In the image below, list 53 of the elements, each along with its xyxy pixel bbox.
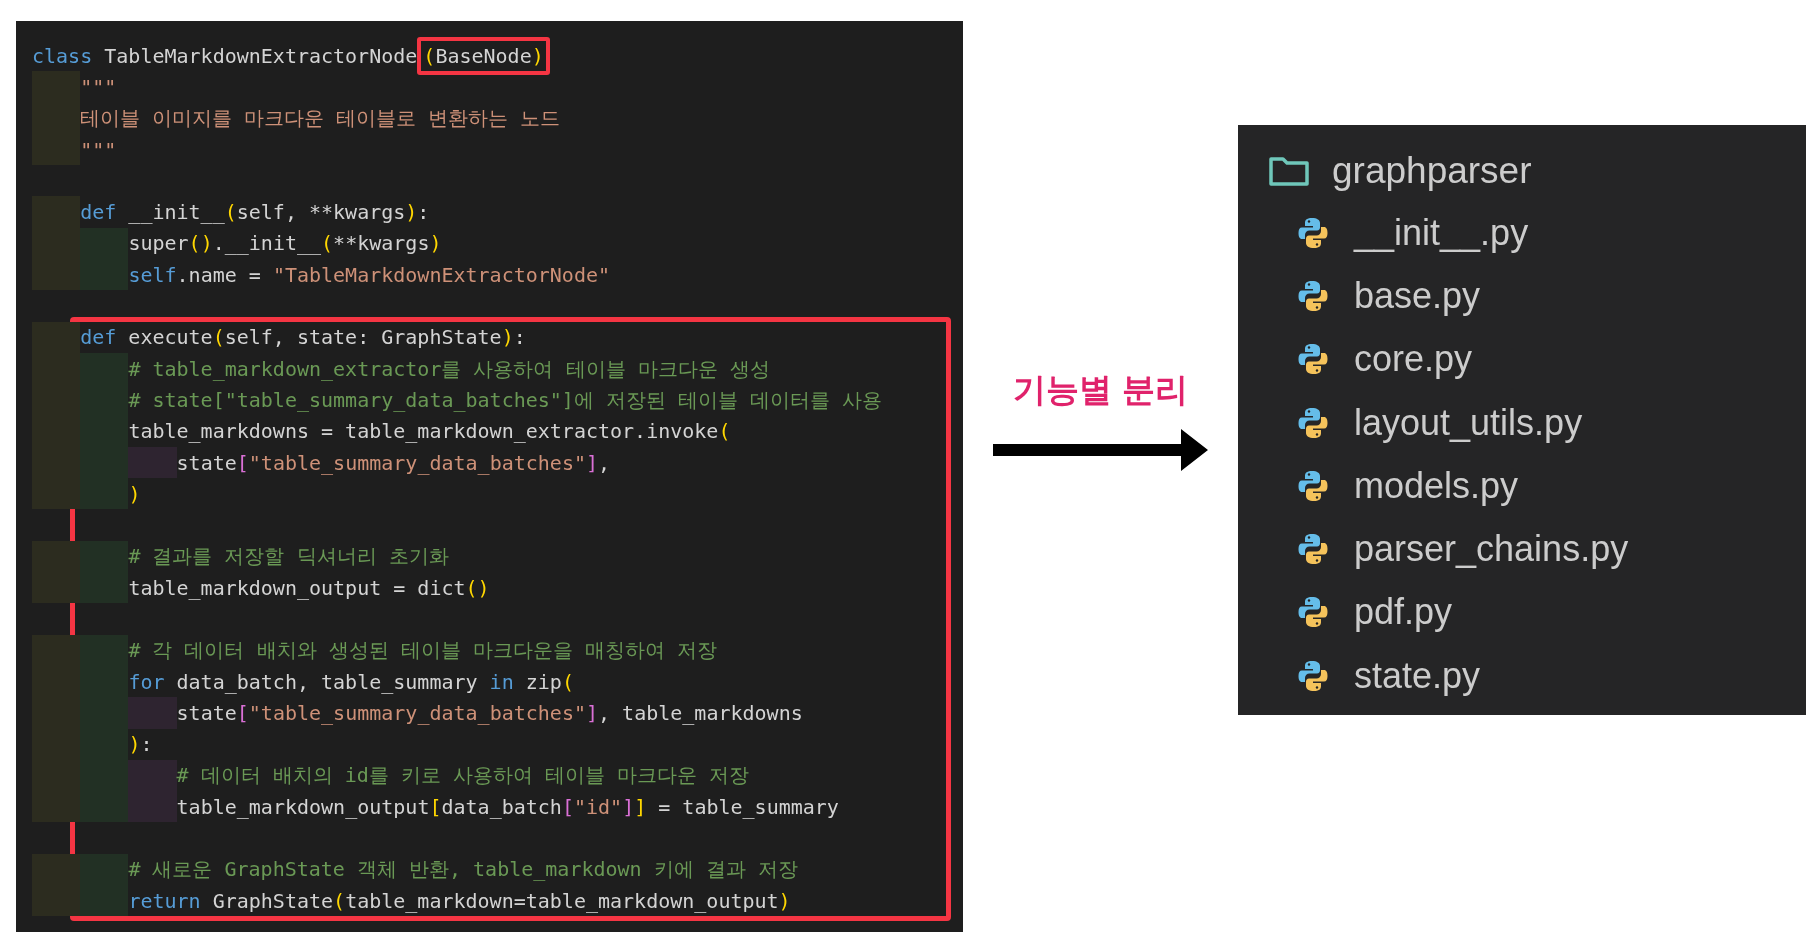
python-file-icon (1298, 533, 1328, 566)
python-file-icon (1298, 279, 1328, 312)
code-text: ) (128, 480, 141, 508)
file-name[interactable]: core.py (1354, 332, 1473, 387)
folder-name[interactable]: graphparser (1332, 143, 1532, 199)
file-name[interactable]: layout_utils.py (1354, 395, 1583, 450)
indent-guide (32, 885, 81, 917)
file-name[interactable]: base.py (1354, 268, 1481, 323)
python-file-icon (1298, 469, 1328, 502)
file-name[interactable]: __init__.py (1354, 205, 1529, 260)
file-name[interactable]: parser_chains.py (1354, 522, 1629, 577)
indent-guide (32, 540, 81, 573)
indent-guide (32, 853, 81, 885)
python-file-icon (1298, 216, 1328, 249)
code-text: table_markdowns = table_markdown_extractor.invoke( (128, 418, 731, 446)
python-file-icon (1298, 659, 1328, 692)
highlight-box: (BaseNode) (417, 36, 550, 75)
code-text: super().__init__(**kwargs) (128, 230, 442, 258)
python-file-icon (1298, 406, 1328, 439)
python-file-icon (1298, 596, 1328, 629)
code-text: # 새로운 GraphState 객체 반환, table_markdown 키에 결과 저장 (128, 856, 798, 884)
indent-guide (32, 634, 81, 666)
code-text: ): (128, 731, 153, 759)
indent-guide (32, 791, 81, 823)
code-text: """ (80, 73, 117, 101)
code-text: # 각 데이터 배치와 생성된 테이블 마크다운을 매칭하여 저장 (128, 637, 717, 665)
code-text: # 데이터 배치의 id를 키로 사용하여 테이블 마크다운 저장 (176, 762, 749, 790)
code-text: table_markdown_output = dict() (128, 574, 490, 602)
code-text: # 결과를 저장할 딕셔너리 초기화 (128, 543, 449, 571)
code-text: self.name = "TableMarkdownExtractorNode" (128, 261, 611, 289)
arrow-label: 기능별 분리 (1013, 370, 1188, 410)
folder-icon (1268, 154, 1310, 188)
code-text: table_markdown_output[data_batch["id"]] = table_summary (176, 793, 839, 821)
code-text: def __init__(self, **kwargs): (80, 199, 430, 227)
file-name[interactable]: pdf.py (1354, 585, 1453, 640)
code-text: # state["table_summary_data_batches"]에 저장된 테이블 데이터를 사용 (128, 386, 883, 414)
code-text: return GraphState(table_markdown=table_markdown_output) (128, 887, 791, 915)
right-arrow-icon (993, 428, 1208, 471)
python-file-icon (1298, 343, 1328, 376)
code-text: class TableMarkdownExtractorNode (32, 42, 418, 70)
indent-guide (32, 321, 81, 353)
code-text: for data_batch, table_summary in zip( (128, 668, 574, 696)
code-text: 테이블 이미지를 마크다운 테이블로 변환하는 노드 (80, 105, 561, 133)
file-name[interactable]: state.py (1354, 648, 1481, 703)
code-text: def execute(self, state: GraphState): (80, 324, 526, 352)
file-name[interactable]: models.py (1354, 458, 1519, 513)
code-text: # table_markdown_extractor를 사용하여 테이블 마크다운 생성 (128, 355, 770, 383)
code-text: """ (80, 136, 117, 164)
indent-guide (32, 478, 81, 510)
indent-guide (80, 885, 129, 917)
indent-guide (32, 572, 81, 604)
code-text: state["table_summary_data_batches"], table_markdowns (176, 699, 803, 727)
code-text: state["table_summary_data_batches"], (176, 449, 611, 477)
